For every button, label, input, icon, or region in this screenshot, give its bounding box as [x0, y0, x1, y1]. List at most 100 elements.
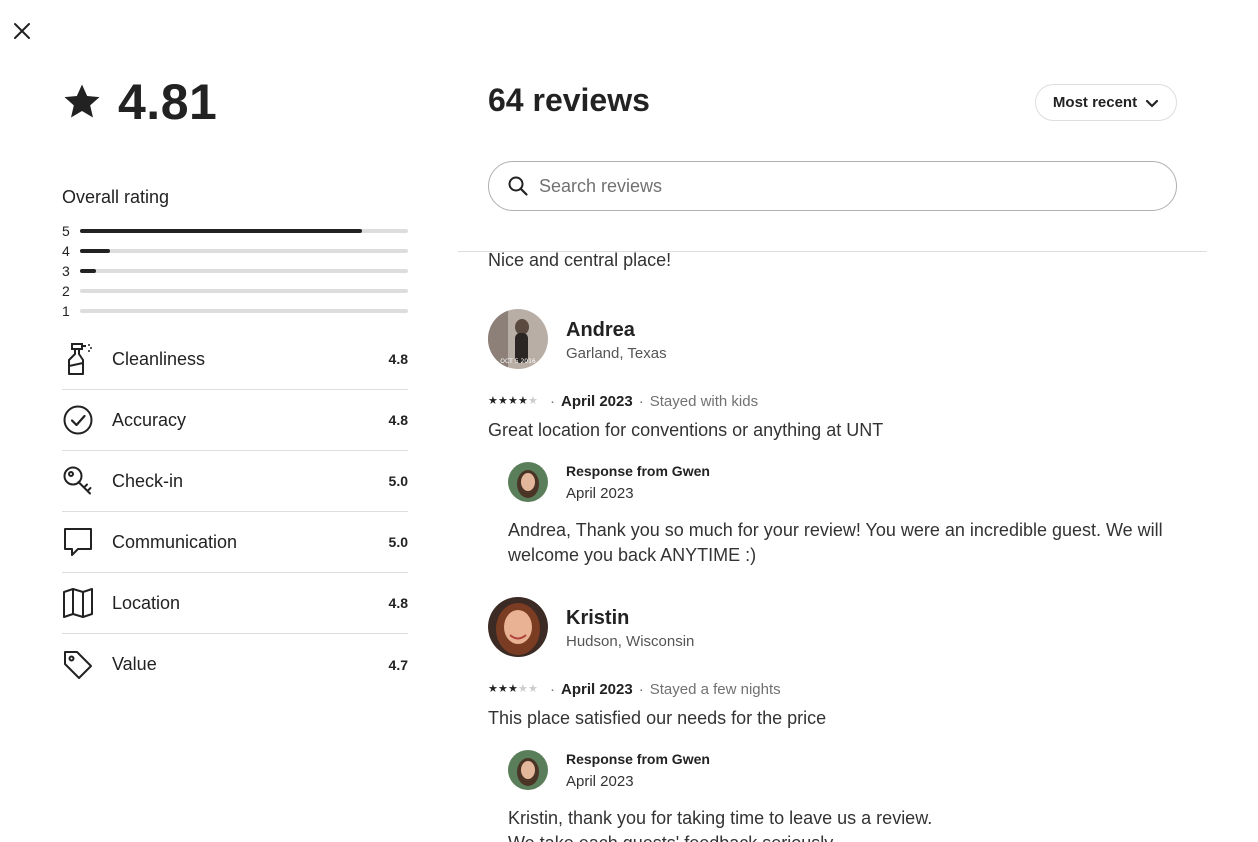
overall-rating-summary: 4.81: [62, 76, 217, 128]
category-value: Value 4.7: [62, 634, 408, 695]
host-avatar[interactable]: [508, 750, 548, 790]
category-location: Location 4.8: [62, 573, 408, 634]
review-text: Great location for conventions or anythi…: [488, 420, 884, 440]
distribution-row-5: 5: [62, 221, 408, 241]
review-item: OCT 5 2016 Andrea Garland, Texas ★ ★ ★ ★ ★ ·…: [488, 309, 1177, 568]
response-text: Kristin, thank you for taking time to le…: [508, 808, 933, 842]
review-meta: ★ ★ ★ ★ ★ · April 2023 · Stayed a few nights: [488, 681, 781, 698]
sort-label: Most recent: [1052, 94, 1138, 111]
close-button[interactable]: [10, 19, 34, 43]
star-empty-icon: ★: [518, 683, 528, 695]
chat-bubble-icon: [62, 526, 94, 558]
reviewer-info: Kristin Hudson, Wisconsin: [488, 597, 1177, 657]
category-cleanliness: Cleanliness 4.8: [62, 329, 408, 390]
distribution-fill: [80, 229, 363, 233]
reviewer-name: Kristin: [566, 606, 630, 629]
overall-rating-title: Overall rating: [62, 187, 170, 207]
star-icon: [64, 84, 100, 118]
distribution-row-1: 1: [62, 301, 408, 321]
star-filled-icon: ★: [518, 395, 528, 407]
avatar[interactable]: OCT 5 2016: [488, 309, 548, 369]
search-input[interactable]: [539, 175, 1139, 197]
category-label: Cleanliness: [112, 348, 206, 369]
distribution-label: 3: [62, 263, 70, 279]
category-check-in: Check-in 5.0: [62, 451, 408, 512]
host-response: Response from Gwen April 2023 Andrea, Th…: [508, 462, 1177, 568]
response-date: April 2023: [566, 484, 634, 502]
search-icon: [508, 176, 528, 196]
star-empty-icon: ★: [528, 683, 538, 695]
star-filled-icon: ★: [498, 683, 508, 695]
reviews-count-title: 64 reviews: [488, 82, 650, 118]
review-stars: ★ ★ ★ ★ ★: [488, 684, 538, 695]
category-ratings: Cleanliness 4.8 Accuracy 4.8 Check-in 5.0 Comm…: [62, 329, 408, 695]
distribution-label: 1: [62, 303, 70, 319]
category-label: Check-in: [112, 470, 184, 491]
reviewer-location: Garland, Texas: [566, 344, 667, 362]
distribution-track: [80, 249, 408, 253]
star-filled-icon: ★: [498, 395, 508, 407]
reviewer-location: Hudson, Wisconsin: [566, 632, 695, 650]
sort-dropdown[interactable]: Most recent: [1035, 84, 1177, 121]
distribution-row-3: 3: [62, 261, 408, 281]
response-date: April 2023: [566, 772, 634, 790]
category-score: 4.8: [388, 595, 408, 611]
category-score: 5.0: [388, 473, 408, 489]
category-score: 4.8: [388, 412, 408, 428]
partial-review-text: Nice and central place!: [488, 252, 672, 270]
distribution-fill: [80, 269, 97, 273]
response-from: Response from Gwen: [566, 462, 710, 479]
map-icon: [62, 587, 94, 619]
category-label: Value: [112, 654, 157, 674]
category-label: Accuracy: [112, 409, 187, 430]
check-circle-icon: [62, 404, 94, 436]
category-label: Location: [112, 592, 181, 613]
review-text: This place satisfied our needs for the p…: [488, 708, 827, 728]
reviewer-info: OCT 5 2016 Andrea Garland, Texas: [488, 309, 1177, 369]
reviews-list[interactable]: Nice and central place! OCT 5 2016 Andre…: [488, 252, 1177, 842]
distribution-label: 5: [62, 223, 70, 239]
host-response: Response from Gwen April 2023 Kristin, t…: [508, 750, 1177, 842]
star-filled-icon: ★: [488, 683, 498, 695]
star-filled-icon: ★: [508, 395, 518, 407]
spray-bottle-icon: [62, 343, 94, 375]
star-empty-icon: ★: [528, 395, 538, 407]
distribution-track: [80, 289, 408, 293]
avatar[interactable]: [488, 597, 548, 657]
category-score: 4.8: [388, 351, 408, 367]
review-date: April 2023: [561, 681, 633, 698]
reviewer-name: Andrea: [566, 318, 635, 341]
distribution-label: 4: [62, 243, 70, 259]
distribution-fill: [80, 249, 110, 253]
search-bar[interactable]: [488, 161, 1177, 211]
response-from: Response from Gwen: [566, 750, 710, 767]
star-filled-icon: ★: [488, 395, 498, 407]
distribution-row-4: 4: [62, 241, 408, 261]
distribution-row-2: 2: [62, 281, 408, 301]
close-icon: [14, 23, 30, 39]
svg-text:OCT 5 2016: OCT 5 2016: [500, 358, 536, 365]
category-score: 4.7: [388, 656, 408, 673]
distribution-label: 2: [62, 283, 70, 299]
distribution-track: [80, 309, 408, 313]
distribution-track: [80, 229, 408, 233]
rating-value: 4.81: [118, 74, 218, 130]
stay-type: Stayed a few nights: [649, 681, 781, 698]
review-item: Kristin Hudson, Wisconsin ★ ★ ★ ★ ★ · April …: [488, 597, 1177, 842]
chevron-down-icon: [1145, 99, 1159, 107]
stay-type: Stayed with kids: [649, 393, 759, 410]
host-avatar[interactable]: [508, 462, 548, 502]
category-label: Communication: [112, 531, 238, 552]
star-filled-icon: ★: [508, 683, 518, 695]
review-meta: ★ ★ ★ ★ ★ · April 2023 · Stayed with kids: [488, 393, 759, 410]
review-stars: ★ ★ ★ ★ ★: [488, 396, 538, 407]
key-icon: [62, 465, 94, 497]
response-text: Andrea, Thank you so much for your revie…: [508, 520, 1163, 565]
tag-icon: [62, 649, 94, 681]
review-date: April 2023: [561, 393, 633, 410]
distribution-track: [80, 269, 408, 273]
category-accuracy: Accuracy 4.8: [62, 390, 408, 451]
category-score: 5.0: [388, 534, 408, 550]
category-communication: Communication 5.0: [62, 512, 408, 573]
rating-distribution: 5 4 3 2 1: [62, 221, 408, 321]
